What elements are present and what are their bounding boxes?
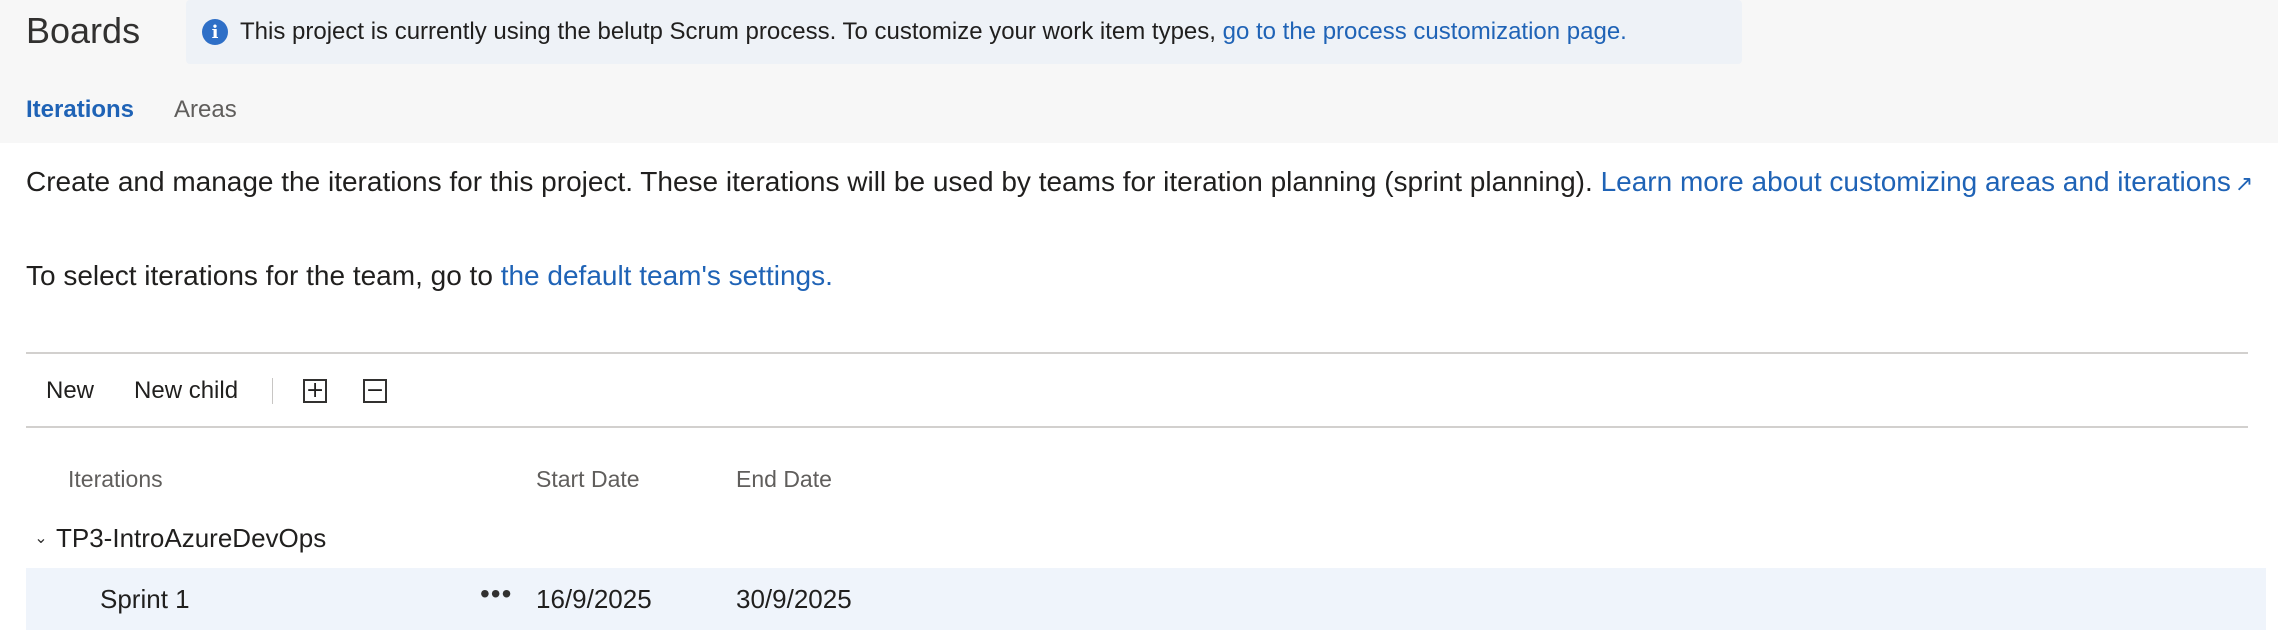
chevron-down-icon[interactable]: ⌄ xyxy=(26,528,56,548)
page-title: Boards xyxy=(26,10,141,51)
toolbar-top-divider xyxy=(26,352,2248,354)
process-info-banner: i This project is currently using the be… xyxy=(186,0,1742,64)
column-header-iterations[interactable]: Iterations xyxy=(68,466,163,493)
table-row[interactable]: Sprint 1 ••• 16/9/2025 30/9/2025 xyxy=(26,568,2266,630)
settings-tabs: Iterations Areas xyxy=(26,96,277,130)
iterations-description: Create and manage the iterations for thi… xyxy=(26,165,2256,200)
external-link-icon: ↗ xyxy=(2234,171,2254,196)
tab-areas[interactable]: Areas xyxy=(174,96,237,130)
new-button[interactable]: New xyxy=(26,377,114,405)
tab-iterations[interactable]: Iterations xyxy=(26,96,134,130)
collapse-all-icon[interactable]: − xyxy=(363,379,388,403)
team-settings-text: To select iterations for the team, go to xyxy=(26,260,501,291)
sprint-name: Sprint 1 xyxy=(100,584,190,614)
info-icon: i xyxy=(202,19,228,45)
default-team-settings-link[interactable]: the default team's settings. xyxy=(501,260,833,291)
column-header-end-date[interactable]: End Date xyxy=(736,466,832,493)
sprint-start-date: 16/9/2025 xyxy=(536,584,652,614)
banner-text: This project is currently using the belu… xyxy=(240,18,1627,46)
column-header-start-date[interactable]: Start Date xyxy=(536,466,640,493)
description-text: Create and manage the iterations for thi… xyxy=(26,166,1601,197)
banner-message: This project is currently using the belu… xyxy=(240,18,1223,45)
new-child-button[interactable]: New child xyxy=(114,377,258,405)
root-iteration-label: TP3-IntroAzureDevOps xyxy=(56,522,327,553)
tree-row-root[interactable]: ⌄ TP3-IntroAzureDevOps xyxy=(26,518,326,558)
process-customization-link[interactable]: go to the process customization page. xyxy=(1223,18,1627,45)
team-settings-hint: To select iterations for the team, go to… xyxy=(26,260,833,292)
page-header: Boards i This project is currently using… xyxy=(0,0,2278,143)
sprint-end-date: 30/9/2025 xyxy=(736,584,852,614)
toolbar-separator xyxy=(272,378,274,404)
toolbar-bottom-divider xyxy=(26,426,2248,428)
more-options-icon[interactable]: ••• xyxy=(480,578,512,610)
learn-more-link[interactable]: Learn more about customizing areas and i… xyxy=(1601,166,2231,197)
expand-all-icon[interactable]: + xyxy=(303,379,328,403)
iterations-toolbar: New New child + − xyxy=(26,356,413,426)
